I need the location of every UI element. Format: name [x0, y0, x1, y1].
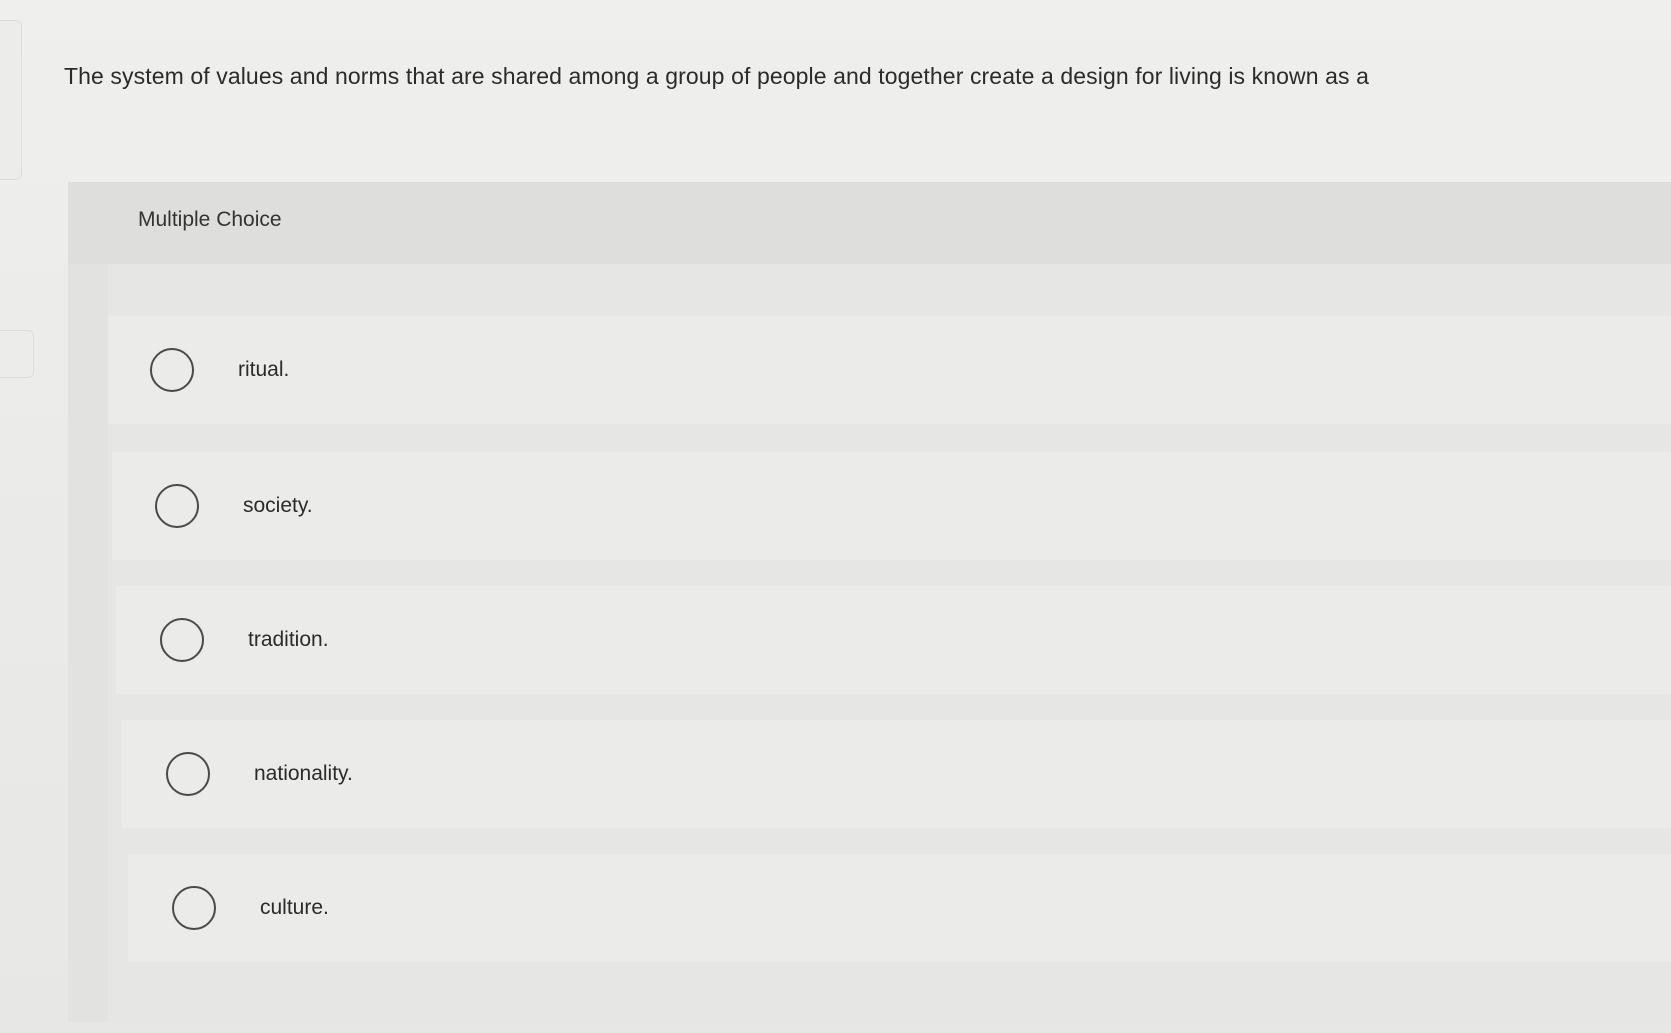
option-ritual[interactable]: ritual. [108, 316, 1671, 424]
multiple-choice-label: Multiple Choice [138, 208, 282, 231]
radio-button[interactable] [166, 752, 210, 796]
radio-button[interactable] [172, 886, 216, 930]
quiz-page: The system of values and norms that are … [0, 0, 1671, 1033]
option-culture[interactable]: culture. [128, 854, 1671, 962]
option-society[interactable]: society. [112, 452, 1671, 560]
option-label: nationality. [254, 762, 353, 785]
multiple-choice-header: Multiple Choice [68, 182, 1671, 264]
radio-button[interactable] [155, 484, 199, 528]
left-edge-tab-small [0, 330, 34, 378]
option-nationality[interactable]: nationality. [122, 720, 1671, 828]
option-label: tradition. [248, 628, 329, 651]
options-list: ritual. society. tradition. nationality.… [108, 264, 1671, 1022]
left-edge-tab [0, 20, 22, 180]
radio-button[interactable] [150, 348, 194, 392]
question-text: The system of values and norms that are … [64, 63, 1369, 89]
option-label: ritual. [238, 358, 290, 381]
option-tradition[interactable]: tradition. [116, 586, 1671, 694]
option-label: society. [243, 494, 313, 517]
multiple-choice-panel: Multiple Choice ritual. society. traditi… [68, 182, 1671, 1022]
radio-button[interactable] [160, 618, 204, 662]
option-label: culture. [260, 896, 329, 919]
